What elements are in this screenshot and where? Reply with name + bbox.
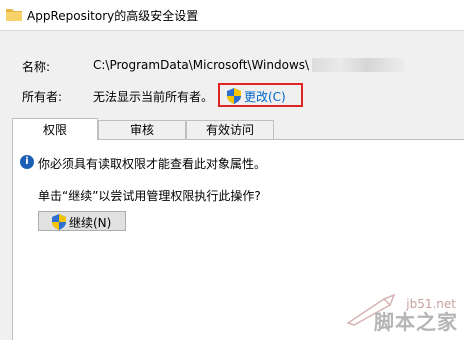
watermark-brand: 脚本之家 <box>374 310 458 334</box>
owner-label: 所有者: <box>22 90 63 104</box>
continue-button[interactable]: 继续(N) <box>38 211 126 231</box>
change-owner-link[interactable]: 更改(C) <box>244 88 286 105</box>
tab-auditing[interactable]: 审核 <box>98 120 186 139</box>
title-bar: AppRepository的高级安全设置 <box>0 0 464 31</box>
tab-effective-access[interactable]: 有效访问 <box>186 120 274 139</box>
continue-button-label: 继续(N) <box>69 216 112 230</box>
redacted-path <box>312 58 404 72</box>
tab-label: 有效访问 <box>205 123 254 137</box>
permission-info-text: 你必须具有读取权限才能查看此对象属性。 <box>38 157 267 171</box>
tab-label: 审核 <box>129 123 154 137</box>
tab-label: 权限 <box>42 123 67 137</box>
window-title: AppRepository的高级安全设置 <box>27 9 199 23</box>
change-owner-highlight[interactable]: 更改(C) <box>218 83 303 107</box>
tab-strip: 权限 审核 有效访问 <box>12 118 452 140</box>
continue-prompt: 单击“继续”以尝试用管理权限执行此操作? <box>38 189 261 203</box>
name-value: C:\ProgramData\Microsoft\Windows\ <box>93 58 310 72</box>
uac-shield-icon <box>227 88 241 104</box>
info-icon: i <box>20 155 34 169</box>
folder-icon <box>6 9 22 21</box>
owner-value: 无法显示当前所有者。 <box>93 90 214 104</box>
tab-permissions[interactable]: 权限 <box>12 118 98 140</box>
uac-shield-icon <box>52 214 66 230</box>
name-row: 名称: C:\ProgramData\Microsoft\Windows\ <box>0 58 464 74</box>
name-label: 名称: <box>22 60 51 74</box>
